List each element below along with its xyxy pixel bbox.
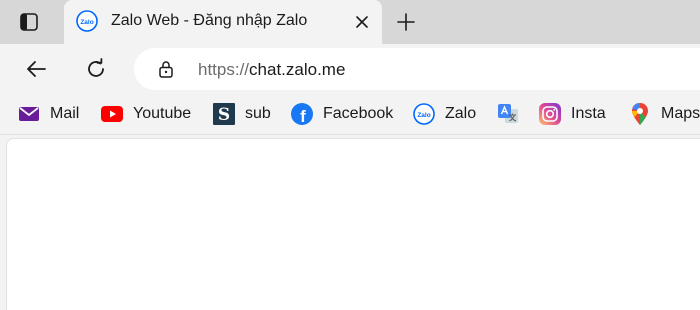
tab-strip: Zalo Zalo Web - Đăng nhập Zalo bbox=[0, 0, 700, 44]
browser-window: Zalo Zalo Web - Đăng nhập Zalo https://c… bbox=[0, 0, 700, 310]
bookmarks-bar: Mail Youtube S sub f Facebook Zalo Zalo … bbox=[0, 94, 700, 135]
bookmark-insta[interactable]: Insta bbox=[539, 102, 606, 126]
bookmark-label: Insta bbox=[571, 105, 606, 122]
zalo-glyph: Zalo bbox=[417, 112, 430, 119]
instagram-icon bbox=[539, 103, 561, 125]
google-maps-icon bbox=[629, 103, 651, 125]
tab-close-button[interactable] bbox=[348, 8, 376, 36]
refresh-button[interactable] bbox=[78, 52, 114, 86]
facebook-glyph: f bbox=[300, 107, 306, 125]
zalo-favicon-icon: Zalo bbox=[76, 10, 98, 32]
url-scheme: https:// bbox=[198, 60, 250, 79]
tab-zalo-web[interactable]: Zalo Zalo Web - Đăng nhập Zalo bbox=[64, 0, 382, 44]
s-logo-icon: S bbox=[213, 103, 235, 125]
url-text: https://chat.zalo.me bbox=[198, 60, 345, 80]
plus-icon bbox=[397, 13, 415, 31]
bookmark-label: sub bbox=[245, 105, 271, 122]
arrow-left-icon bbox=[27, 61, 46, 77]
address-bar[interactable]: https://chat.zalo.me bbox=[134, 48, 700, 90]
bookmark-zalo[interactable]: Zalo Zalo bbox=[413, 102, 476, 126]
bookmark-facebook[interactable]: f Facebook bbox=[291, 102, 393, 126]
toolbar: https://chat.zalo.me bbox=[0, 44, 700, 94]
zalo-favicon-text: Zalo bbox=[80, 19, 93, 26]
bookmark-label: Maps bbox=[661, 105, 700, 122]
back-button[interactable] bbox=[18, 52, 54, 86]
page-content-area[interactable] bbox=[6, 138, 700, 310]
tab-actions-icon bbox=[20, 13, 38, 31]
facebook-icon: f bbox=[291, 103, 313, 125]
tab-actions-button[interactable] bbox=[12, 6, 46, 38]
mail-icon bbox=[18, 103, 40, 125]
bookmark-label: Zalo bbox=[445, 105, 477, 122]
lock-icon[interactable] bbox=[156, 59, 176, 79]
refresh-icon bbox=[88, 58, 104, 77]
bookmark-google-translate[interactable] bbox=[497, 102, 519, 126]
bookmark-label: Youtube bbox=[133, 105, 192, 122]
close-icon bbox=[356, 16, 368, 28]
zalo-icon: Zalo bbox=[413, 103, 435, 125]
bookmark-maps[interactable]: Maps bbox=[629, 102, 700, 126]
s-logo-glyph: S bbox=[218, 105, 230, 125]
youtube-icon bbox=[101, 103, 123, 125]
bookmark-label: Facebook bbox=[323, 105, 394, 122]
bookmark-label: Mail bbox=[50, 105, 80, 122]
new-tab-button[interactable] bbox=[390, 6, 422, 38]
google-translate-icon bbox=[497, 103, 519, 125]
tab-title: Zalo Web - Đăng nhập Zalo bbox=[111, 12, 308, 29]
url-host: chat.zalo.me bbox=[249, 60, 346, 79]
bookmark-youtube[interactable]: Youtube bbox=[101, 102, 191, 126]
bookmark-sub[interactable]: S sub bbox=[213, 102, 271, 126]
bookmark-mail[interactable]: Mail bbox=[18, 102, 79, 126]
